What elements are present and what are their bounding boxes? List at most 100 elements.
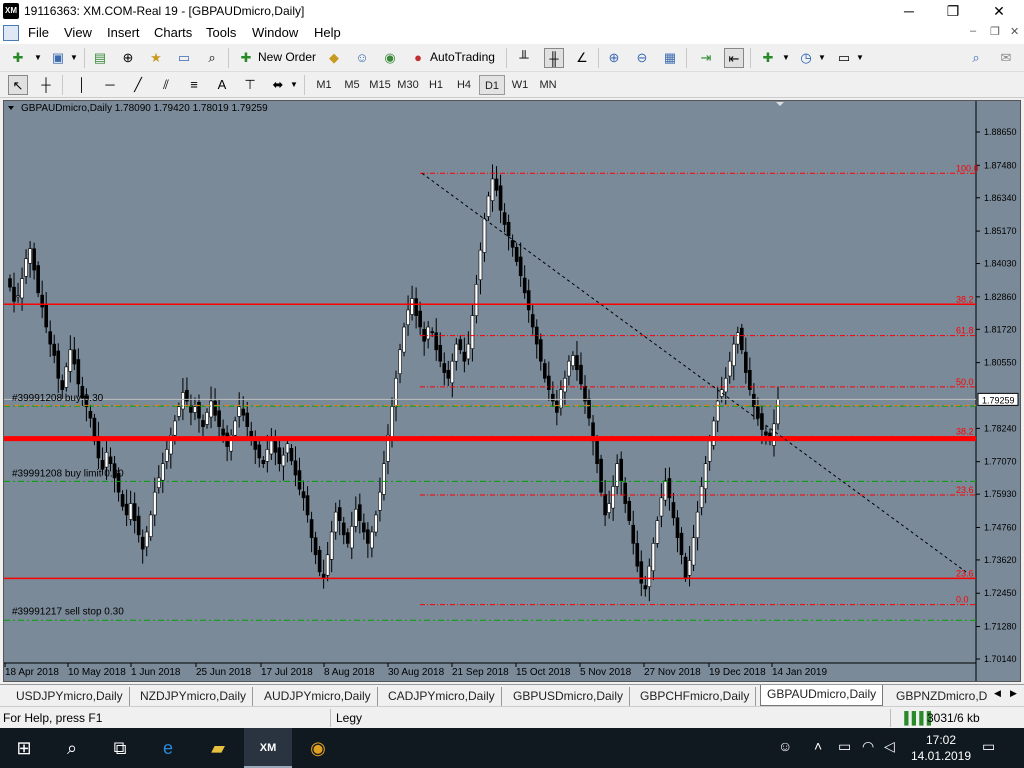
zoom-in-icon[interactable]: ⊕: [604, 48, 624, 68]
search-icon[interactable]: ⌕: [966, 48, 986, 68]
text-tool-icon[interactable]: A: [212, 75, 232, 95]
dropdown-arrow-icon[interactable]: ▼: [776, 48, 796, 68]
price-chart[interactable]: GBPAUDmicro,Daily 1.78090 1.79420 1.7801…: [3, 100, 1021, 682]
chat-icon[interactable]: ✉: [996, 48, 1016, 68]
tab-scroll-right-icon[interactable]: ▶: [1010, 688, 1017, 699]
wifi-icon[interactable]: ◠: [862, 738, 874, 755]
horizontal-line-icon[interactable]: ─: [100, 75, 120, 95]
signals-icon[interactable]: ◉: [380, 48, 400, 68]
bar-chart-icon[interactable]: ╨: [514, 48, 534, 68]
chart-window-icon[interactable]: [3, 25, 19, 41]
close-button[interactable]: ✕: [976, 0, 1022, 22]
windows-start-icon[interactable]: ⊞: [0, 728, 48, 768]
people-icon[interactable]: ☺: [778, 738, 792, 754]
timeframe-m5[interactable]: M5: [339, 75, 365, 95]
timeframe-d1[interactable]: D1: [479, 75, 505, 95]
tab-gbpaud[interactable]: GBPAUDmicro,Daily: [760, 685, 884, 706]
menu-tools[interactable]: Tools: [206, 25, 236, 40]
menu-file[interactable]: File: [28, 25, 49, 40]
battery-icon[interactable]: ▭: [838, 738, 851, 755]
text-label-icon[interactable]: ⊤: [240, 75, 260, 95]
fibonacci-level-label: 38.2: [956, 294, 974, 304]
strategy-tester-icon[interactable]: ⌕: [202, 48, 222, 68]
tab-audjpy[interactable]: AUDJPYmicro,Daily: [258, 687, 378, 706]
child-close-icon[interactable]: ✕: [1010, 25, 1019, 38]
status-profile[interactable]: Legy: [336, 711, 362, 725]
dropdown-arrow-icon[interactable]: ▼: [850, 48, 870, 68]
autotrading-button[interactable]: AutoTrading: [430, 50, 495, 64]
community-icon[interactable]: ☺: [352, 48, 372, 68]
tab-gbpusd[interactable]: GBPUSDmicro,Daily: [507, 687, 631, 706]
new-order-icon[interactable]: ✚: [236, 48, 256, 68]
dropdown-arrow-icon[interactable]: ▼: [28, 48, 48, 68]
vertical-line-icon[interactable]: │: [72, 75, 92, 95]
timeframe-w1[interactable]: W1: [507, 75, 533, 95]
auto-scroll-icon[interactable]: ⇥: [696, 48, 716, 68]
metaeditor-icon[interactable]: ◆: [324, 48, 344, 68]
timeframe-h4[interactable]: H4: [451, 75, 477, 95]
timeframe-m30[interactable]: M30: [395, 75, 421, 95]
zoom-out-icon[interactable]: ⊖: [632, 48, 652, 68]
system-clock[interactable]: 17:02 14.01.2019: [906, 732, 976, 764]
separator: [62, 75, 63, 95]
volume-icon[interactable]: ◁: [884, 738, 895, 755]
child-minimize-icon[interactable]: –: [970, 25, 976, 37]
new-chart-icon[interactable]: ✚: [8, 48, 28, 68]
candle-body: [277, 447, 282, 464]
dropdown-arrow-icon[interactable]: ▼: [812, 48, 832, 68]
data-window-icon[interactable]: ⊕: [118, 48, 138, 68]
equidistant-channel-icon[interactable]: ⫽: [156, 75, 176, 95]
search-icon[interactable]: ⌕: [48, 728, 96, 768]
chart-collapse-icon[interactable]: [8, 106, 14, 110]
autotrading-icon[interactable]: ●: [408, 48, 428, 68]
maximize-button[interactable]: ❐: [930, 0, 976, 22]
tab-nzdjpy[interactable]: NZDJPYmicro,Daily: [134, 687, 254, 706]
price-tick-label: 1.78240: [984, 423, 1017, 433]
task-view-icon[interactable]: ⧉: [96, 728, 144, 768]
new-order-button[interactable]: New Order: [258, 50, 316, 64]
menu-window[interactable]: Window: [252, 25, 298, 40]
tab-gbpchf[interactable]: GBPCHFmicro,Daily: [634, 687, 757, 706]
indicators-icon[interactable]: ✚: [758, 48, 778, 68]
tab-cadjpy[interactable]: CADJPYmicro,Daily: [382, 687, 502, 706]
candle-body: [494, 178, 499, 191]
candle-body: [627, 500, 632, 521]
timeframe-m15[interactable]: M15: [367, 75, 393, 95]
line-chart-icon[interactable]: ∠: [572, 48, 592, 68]
dropdown-arrow-icon[interactable]: ▼: [284, 75, 304, 95]
candlestick-chart-icon[interactable]: ╫: [544, 48, 564, 68]
chrome-icon[interactable]: ◉: [294, 728, 342, 768]
file-explorer-icon[interactable]: ▰: [194, 728, 242, 768]
chart-shift-marker-icon[interactable]: [776, 102, 784, 106]
price-tick-label: 1.81720: [984, 324, 1017, 334]
fibonacci-icon[interactable]: ≡: [184, 75, 204, 95]
timeframe-mn[interactable]: MN: [535, 75, 561, 95]
notifications-icon[interactable]: ▭: [982, 738, 995, 755]
mt4-taskbar-icon[interactable]: XM: [244, 728, 292, 768]
chart-canvas[interactable]: GBPAUDmicro,Daily 1.78090 1.79420 1.7801…: [4, 101, 1020, 681]
timeframe-m1[interactable]: M1: [311, 75, 337, 95]
menu-insert[interactable]: Insert: [107, 25, 140, 40]
market-watch-icon[interactable]: ▤: [90, 48, 110, 68]
tile-windows-icon[interactable]: ▦: [660, 48, 680, 68]
tab-scroll-left-icon[interactable]: ◀: [994, 688, 1001, 699]
chart-shift-icon[interactable]: ⇤: [724, 48, 744, 68]
menu-charts[interactable]: Charts: [154, 25, 192, 40]
menu-help[interactable]: Help: [314, 25, 341, 40]
cursor-icon[interactable]: ↖: [8, 75, 28, 95]
terminal-icon[interactable]: ▭: [174, 48, 194, 68]
candle-body: [257, 444, 262, 459]
crosshair-icon[interactable]: ┼: [36, 75, 56, 95]
navigator-icon[interactable]: ★: [146, 48, 166, 68]
edge-browser-icon[interactable]: e: [144, 728, 192, 768]
connection-bars-icon[interactable]: ▐▐▐▐: [900, 711, 931, 725]
timeframe-h1[interactable]: H1: [423, 75, 449, 95]
menu-view[interactable]: View: [64, 25, 92, 40]
tab-gbpnzd[interactable]: GBPNZDmicro,D: [890, 687, 993, 706]
tray-expand-icon[interactable]: ˄: [814, 738, 822, 754]
trendline-icon[interactable]: ╱: [128, 75, 148, 95]
tab-usdjpy[interactable]: USDJPYmicro,Daily: [10, 687, 130, 706]
child-restore-icon[interactable]: ❐: [990, 25, 1000, 38]
dropdown-arrow-icon[interactable]: ▼: [64, 48, 84, 68]
minimize-button[interactable]: ─: [886, 0, 932, 22]
